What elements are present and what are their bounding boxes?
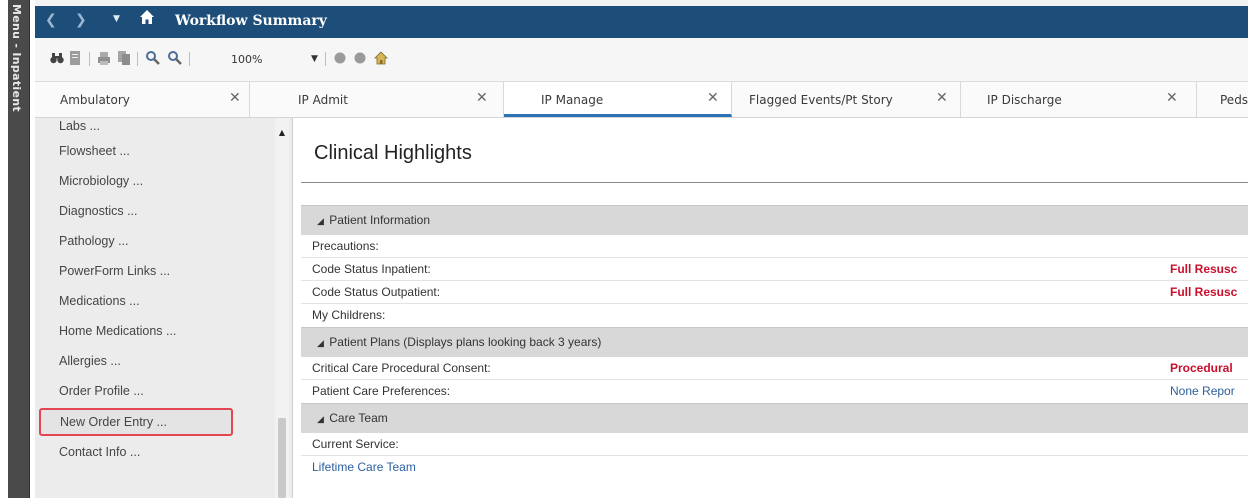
sidebar-item-order-profile[interactable]: Order Profile ... — [35, 378, 292, 408]
collapse-triangle-icon: ◢ — [317, 414, 324, 424]
title-divider — [301, 182, 1248, 183]
consent-value[interactable]: Procedural — [1170, 357, 1248, 379]
binoculars-icon[interactable] — [49, 50, 64, 66]
tab-label: IP Manage — [541, 93, 604, 107]
sidebar-item-new-order-entry[interactable]: New Order Entry ... — [39, 408, 233, 436]
table-row: Current Service: — [301, 433, 1248, 456]
tab-label: IP Discharge — [987, 93, 1062, 107]
tab-ip-manage[interactable]: IP Manage ✕ — [504, 82, 732, 117]
main-panel: Clinical Highlights ◢ Patient Informatio… — [301, 118, 1248, 498]
house-icon[interactable] — [373, 50, 388, 66]
zoom-level[interactable]: 100% — [231, 53, 262, 66]
row-label: My Childrens: — [312, 308, 386, 322]
workflow-window: ❮ ❯ ▼ Workflow Summary 100% ▼ Ambulatory… — [35, 0, 1248, 498]
row-label: Current Service: — [312, 437, 399, 451]
sidebar-item-labs[interactable]: Labs ... — [35, 118, 292, 138]
title-bar: ❮ ❯ ▼ Workflow Summary — [35, 0, 1248, 38]
code-status-value[interactable]: Full Resusc — [1170, 281, 1248, 303]
toolbar-separator — [89, 52, 90, 66]
forward-arrow-icon[interactable]: ❯ — [75, 12, 87, 28]
table-row: Precautions: — [301, 235, 1248, 258]
close-icon[interactable]: ✕ — [229, 90, 241, 106]
collapse-triangle-icon: ◢ — [317, 338, 324, 348]
tab-ambulatory[interactable]: Ambulatory ✕ — [35, 82, 250, 117]
tab-ip-discharge[interactable]: IP Discharge ✕ — [961, 82, 1197, 117]
tab-label: Flagged Events/Pt Story — [749, 93, 893, 107]
close-icon[interactable]: ✕ — [707, 90, 719, 106]
menu-strip-label: Menu - Inpatient — [10, 4, 23, 112]
row-label: Code Status Outpatient: — [312, 285, 441, 299]
toolbar-separator — [189, 52, 190, 66]
scrollbar-thumb[interactable] — [278, 418, 286, 498]
circle-button-icon[interactable] — [353, 50, 367, 66]
preferences-value-link[interactable]: None Repor — [1170, 380, 1248, 402]
section-header-label: Patient Information — [329, 213, 430, 227]
row-label: Code Status Inpatient: — [312, 262, 431, 276]
tab-label: IP Admit — [298, 93, 348, 107]
toolbar-separator — [137, 52, 138, 66]
sidebar-item-pathology[interactable]: Pathology ... — [35, 228, 292, 258]
tab-label: Peds — [1220, 93, 1248, 107]
zoom-out-icon[interactable] — [167, 50, 182, 66]
code-status-value[interactable]: Full Resusc — [1170, 258, 1248, 280]
section-header-care-team[interactable]: ◢ Care Team — [301, 403, 1248, 433]
table-row: Critical Care Procedural Consent: Proced… — [301, 357, 1248, 380]
window-title: Workflow Summary — [175, 13, 327, 29]
lifetime-care-team-link[interactable]: Lifetime Care Team — [301, 456, 1248, 479]
section-header-patient-plans[interactable]: ◢ Patient Plans (Displays plans looking … — [301, 327, 1248, 357]
sidebar-item-contact-info[interactable]: Contact Info ... — [35, 439, 292, 469]
tab-peds[interactable]: Peds — [1197, 82, 1248, 117]
close-icon[interactable]: ✕ — [476, 90, 488, 106]
tab-strip: Ambulatory ✕ IP Admit ✕ IP Manage ✕ Flag… — [35, 82, 1248, 118]
sidebar-item-medications[interactable]: Medications ... — [35, 288, 292, 318]
section-header-label: Patient Plans (Displays plans looking ba… — [329, 335, 602, 349]
collapse-triangle-icon: ◢ — [317, 216, 324, 226]
page-title: Clinical Highlights — [314, 142, 472, 164]
sidebar-item-powerform-links[interactable]: PowerForm Links ... — [35, 258, 292, 288]
scroll-up-arrow-icon[interactable]: ▲ — [275, 128, 289, 137]
zoom-in-icon[interactable] — [145, 50, 160, 66]
table-row: Code Status Inpatient: Full Resusc — [301, 258, 1248, 281]
table-row: Code Status Outpatient: Full Resusc — [301, 281, 1248, 304]
home-icon[interactable] — [139, 9, 155, 29]
copy-icon[interactable] — [117, 50, 131, 66]
tab-flagged-events[interactable]: Flagged Events/Pt Story ✕ — [732, 82, 961, 117]
sidebar-item-home-medications[interactable]: Home Medications ... — [35, 318, 292, 348]
sidebar-item-flowsheet[interactable]: Flowsheet ... — [35, 138, 292, 168]
table-row: My Childrens: — [301, 304, 1248, 327]
section-header-patient-information[interactable]: ◢ Patient Information — [301, 205, 1248, 235]
document-icon[interactable] — [69, 50, 83, 66]
print-icon[interactable] — [97, 50, 111, 66]
close-icon[interactable]: ✕ — [936, 90, 948, 106]
table-row: Patient Care Preferences: None Repor — [301, 380, 1248, 403]
row-label: Critical Care Procedural Consent: — [312, 361, 491, 375]
tab-ip-admit[interactable]: IP Admit ✕ — [250, 82, 504, 117]
zoom-dropdown-icon[interactable]: ▼ — [311, 54, 318, 64]
tab-label: Ambulatory — [60, 93, 130, 107]
sidebar-item-allergies[interactable]: Allergies ... — [35, 348, 292, 378]
sidebar-item-microbiology[interactable]: Microbiology ... — [35, 168, 292, 198]
toolbar: 100% ▼ — [35, 38, 1248, 82]
back-arrow-icon[interactable]: ❮ — [45, 12, 57, 28]
section-header-label: Care Team — [329, 411, 388, 425]
row-label: Patient Care Preferences: — [312, 384, 451, 398]
close-icon[interactable]: ✕ — [1166, 90, 1178, 106]
sidebar-item-diagnostics[interactable]: Diagnostics ... — [35, 198, 292, 228]
row-label: Precautions: — [312, 239, 379, 253]
sidebar: Labs ... Flowsheet ... Microbiology ... … — [35, 118, 293, 498]
toolbar-separator — [325, 52, 326, 66]
highlights-content: ◢ Patient Information Precautions: Code … — [301, 205, 1248, 479]
circle-button-icon[interactable] — [333, 50, 347, 66]
menu-side-strip[interactable]: Menu - Inpatient — [8, 0, 30, 498]
left-gutter — [0, 0, 8, 498]
history-dropdown-icon[interactable]: ▼ — [113, 14, 120, 24]
